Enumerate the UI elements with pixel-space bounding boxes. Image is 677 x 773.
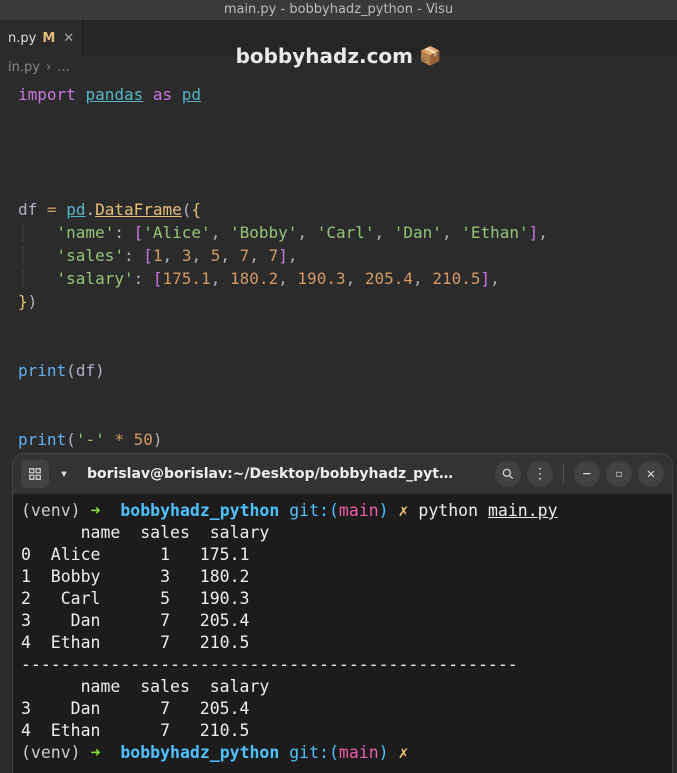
tab-modified-indicator: M xyxy=(42,31,55,46)
close-button[interactable]: ✕ xyxy=(638,461,664,487)
tab-bar: n.py M ✕ xyxy=(0,20,677,56)
plus-icon xyxy=(28,467,42,481)
output-row: 0 Alice 1 175.1 xyxy=(21,545,249,564)
editor-tab[interactable]: n.py M ✕ xyxy=(0,20,83,56)
search-icon xyxy=(501,467,515,481)
output-row: 3 Dan 7 205.4 xyxy=(21,611,249,630)
terminal-output[interactable]: (venv) ➜ bobbyhadz_python git:(main) ✗ p… xyxy=(13,494,672,770)
output-row: 4 Ethan 7 210.5 xyxy=(21,633,249,652)
minimize-button[interactable]: − xyxy=(574,461,600,487)
breadcrumb-separator: › xyxy=(46,60,51,75)
output-row: 4 Ethan 7 210.5 xyxy=(21,721,249,740)
window-title: main.py - bobbyhadz_python - Visu xyxy=(224,2,453,17)
dropdown-button[interactable]: ▾ xyxy=(55,460,73,488)
terminal-header: ▾ borislav@borislav:~/Desktop/bobbyhadz_… xyxy=(13,454,672,494)
close-icon: ✕ xyxy=(647,466,655,482)
minimize-icon: − xyxy=(583,466,591,482)
tab-filename: n.py xyxy=(8,31,36,46)
output-separator: ----------------------------------------… xyxy=(21,655,518,674)
output-row: 1 Bobby 3 180.2 xyxy=(21,567,249,586)
output-row: 3 Dan 7 205.4 xyxy=(21,699,249,718)
divider xyxy=(563,464,564,484)
output-header: name sales salary xyxy=(21,523,269,542)
menu-button[interactable]: ⋮ xyxy=(527,461,553,487)
output-header: name sales salary xyxy=(21,677,269,696)
tab-close-icon[interactable]: ✕ xyxy=(63,31,74,46)
breadcrumb-file: in.py xyxy=(8,60,40,75)
terminal-window: ▾ borislav@borislav:~/Desktop/bobbyhadz_… xyxy=(12,453,673,773)
maximize-icon: ◻ xyxy=(616,469,622,480)
new-tab-button[interactable] xyxy=(21,460,49,488)
kebab-icon: ⋮ xyxy=(533,466,547,482)
chevron-down-icon: ▾ xyxy=(60,466,68,482)
search-button[interactable] xyxy=(495,461,521,487)
maximize-button[interactable]: ◻ xyxy=(606,461,632,487)
terminal-title: borislav@borislav:~/Desktop/bobbyhadz_py… xyxy=(79,466,489,482)
breadcrumb[interactable]: in.py › … xyxy=(0,56,677,79)
window-title-bar: main.py - bobbyhadz_python - Visu xyxy=(0,0,677,20)
breadcrumb-more: … xyxy=(57,60,70,75)
output-row: 2 Carl 5 190.3 xyxy=(21,589,249,608)
